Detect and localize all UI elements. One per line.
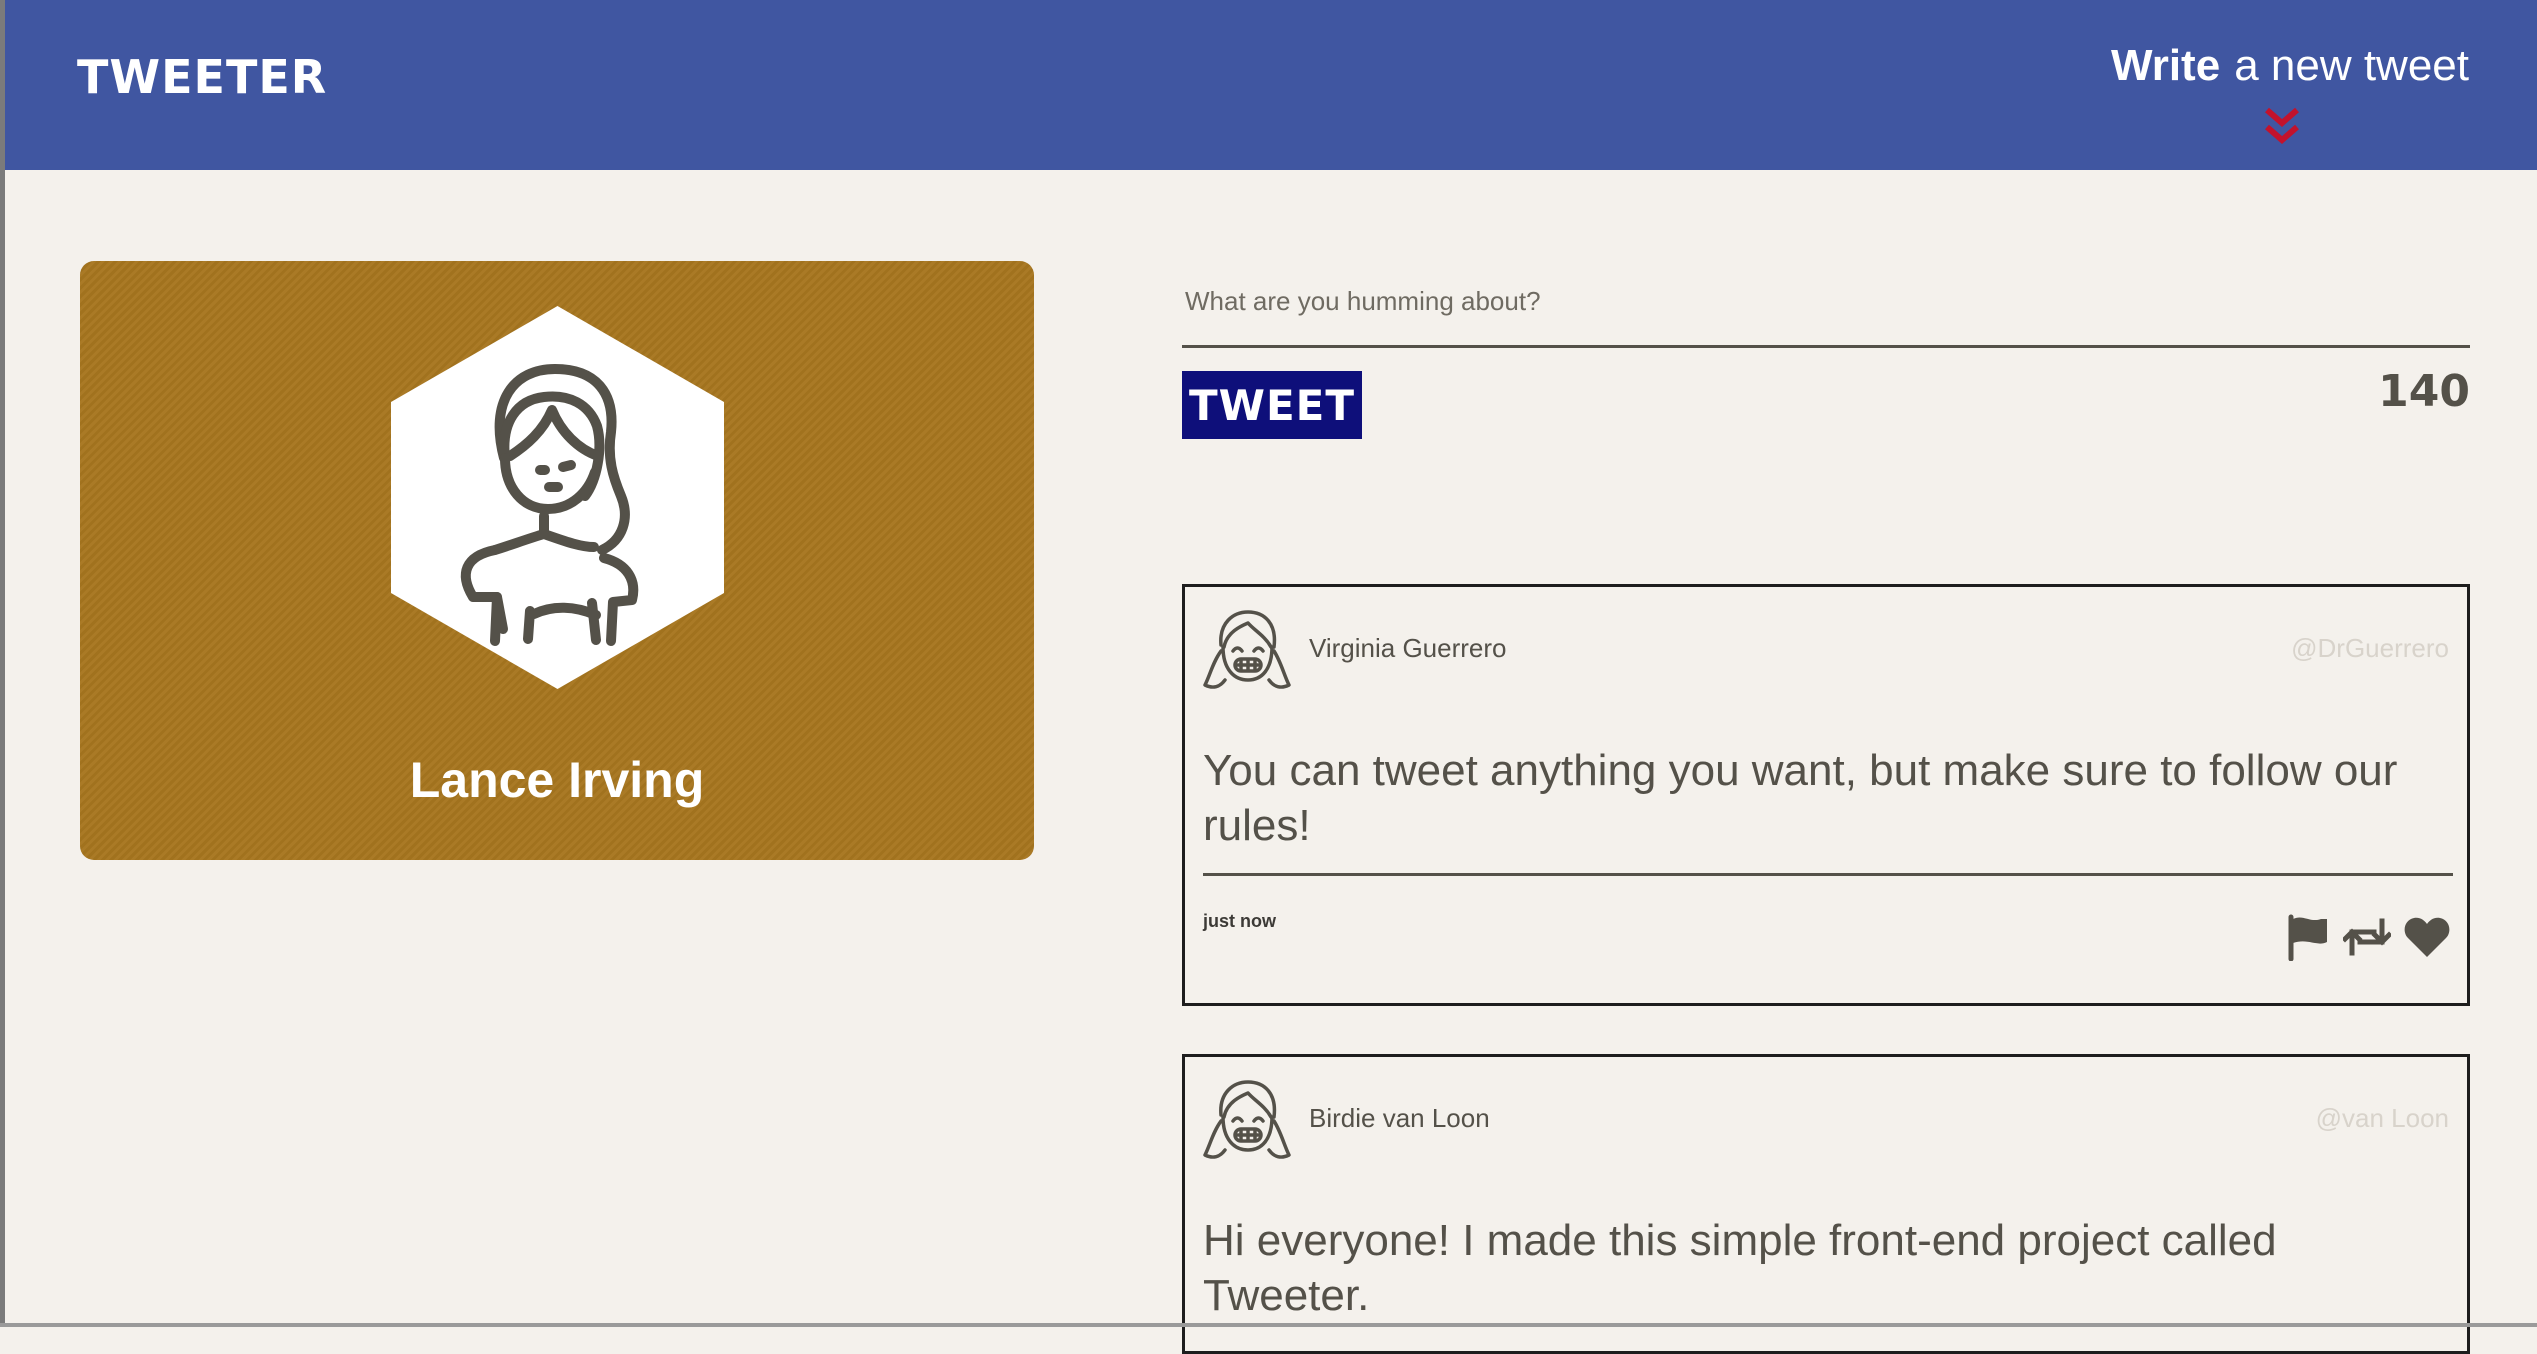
girl-avatar-icon [1203,605,1291,693]
tweet-author-handle: @DrGuerrero [2291,633,2449,664]
tweet-submit-button[interactable]: TWEET [1182,371,1362,439]
woman-avatar-icon [391,306,724,689]
girl-avatar-icon [1203,1075,1291,1163]
flag-icon[interactable] [2283,913,2331,961]
tweet-actions [2283,913,2451,961]
tweet-timestamp: just now [1203,911,1276,932]
window-border [0,0,5,1327]
new-tweet-label: a new tweet [2234,41,2469,90]
tweet-card: Birdie van Loon @van Loon Hi everyone! I… [1182,1054,2470,1354]
profile-card: Lance Irving [80,261,1034,860]
tweet-body: Hi everyone! I made this simple front-en… [1203,1213,2453,1323]
character-counter: 140 [2378,366,2470,417]
window-bottom-border [0,1323,2537,1327]
new-tweet-composer: TWEET 140 [1182,270,2470,348]
write-label: Write [2111,41,2220,90]
tweet-author-name: Birdie van Loon [1309,1103,1490,1134]
tweet-divider [1203,873,2453,876]
tweet-author-handle: @van Loon [2316,1103,2449,1134]
double-chevron-down-icon[interactable] [2262,106,2302,148]
tweet-card: Virginia Guerrero @DrGuerrero You can tw… [1182,584,2470,1006]
write-new-tweet-toggle[interactable]: Write a new tweet [2111,40,2469,91]
heart-icon[interactable] [2403,913,2451,961]
tweet-body: You can tweet anything you want, but mak… [1203,743,2453,853]
brand-logo[interactable]: TWEETER [77,50,327,104]
profile-name: Lance Irving [80,751,1034,809]
top-navbar: TWEETER Write a new tweet [0,0,2537,170]
tweet-author-name: Virginia Guerrero [1309,633,1507,664]
tweet-text-input[interactable] [1182,270,2470,348]
retweet-icon[interactable] [2343,913,2391,961]
